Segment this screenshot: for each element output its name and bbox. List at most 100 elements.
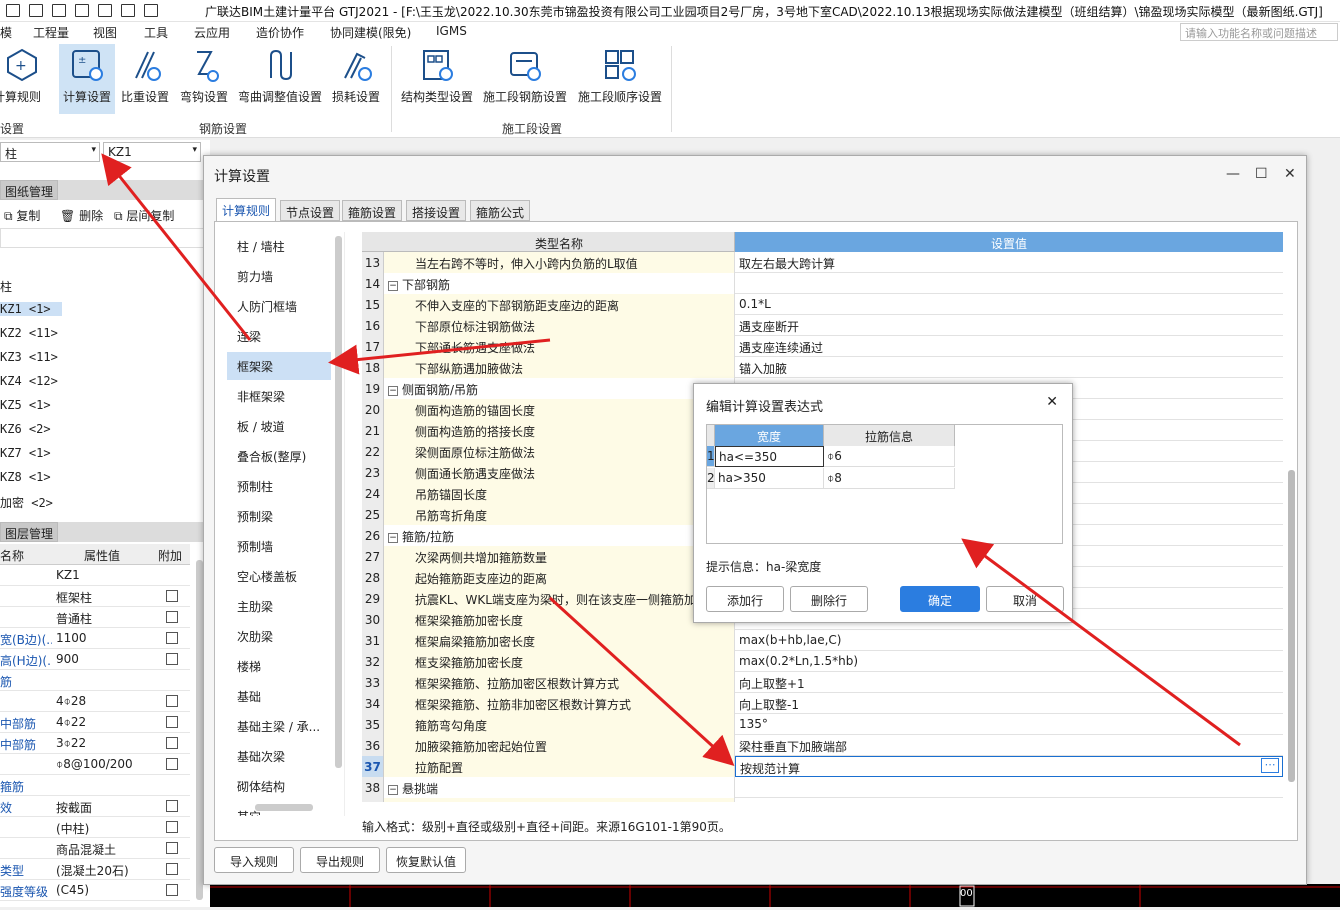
table-row[interactable]: 35 箍筋弯勾角度 135° bbox=[362, 714, 1283, 735]
category-item[interactable]: 连梁 bbox=[227, 322, 331, 350]
attach-checkbox[interactable] bbox=[166, 653, 178, 665]
function-icon[interactable] bbox=[6, 4, 20, 17]
delete-row-button[interactable]: 删除行 bbox=[790, 586, 868, 612]
attach-checkbox[interactable] bbox=[166, 842, 178, 854]
table-row[interactable]: 32 框支梁箍筋加密长度 max(0.2*Ln,1.5*hb) bbox=[362, 651, 1283, 672]
table-row[interactable]: 18 下部纵筋遇加腋做法 锚入加腋 bbox=[362, 357, 1283, 378]
menu-item[interactable]: 工程量 bbox=[33, 24, 69, 41]
attach-checkbox[interactable] bbox=[166, 863, 178, 875]
category-item[interactable]: 楼梯 bbox=[227, 652, 331, 680]
filter-input[interactable] bbox=[0, 228, 205, 248]
category-item[interactable]: 预制柱 bbox=[227, 472, 331, 500]
tree-item[interactable]: 柱 bbox=[0, 278, 12, 295]
category-item[interactable]: 砌体结构 bbox=[227, 772, 331, 800]
building-icon[interactable] bbox=[75, 4, 89, 17]
delete-button[interactable]: 🗑 删除 bbox=[60, 207, 103, 224]
category-item[interactable]: 基础 bbox=[227, 682, 331, 710]
tab-lap-settings[interactable]: 搭接设置 bbox=[406, 200, 467, 221]
segment-rebar-button[interactable]: 施工段钢筋设置 bbox=[480, 44, 570, 114]
table-row[interactable]: 13 当左右跨不等时，伸入小跨内负筋的L取值 取左右最大跨计算 bbox=[362, 252, 1283, 273]
table-row[interactable]: 15 不伸入支座的下部钢筋距支座边的距离 0.1*L bbox=[362, 294, 1283, 315]
tab-node-settings[interactable]: 节点设置 bbox=[280, 200, 341, 221]
category-item[interactable]: 空心楼盖板 bbox=[227, 562, 331, 590]
attach-checkbox[interactable] bbox=[166, 737, 178, 749]
width-cell[interactable]: ha<=350 bbox=[715, 446, 824, 467]
maximize-icon[interactable]: ☐ bbox=[1255, 166, 1268, 182]
tree-item[interactable]: 加密 <2> bbox=[0, 494, 53, 511]
table-icon[interactable] bbox=[98, 4, 112, 17]
bend-adjust-button[interactable]: 弯曲调整值设置 bbox=[235, 44, 325, 114]
loss-settings-button[interactable]: 损耗设置 bbox=[329, 44, 383, 114]
tab-stirrup-settings[interactable]: 箍筋设置 bbox=[342, 200, 403, 221]
collapse-icon[interactable]: − bbox=[388, 280, 398, 291]
close-icon[interactable]: ✕ bbox=[1284, 166, 1296, 182]
width-cell[interactable]: ha>350 bbox=[715, 468, 824, 489]
component-type-select[interactable]: 柱 bbox=[0, 142, 100, 162]
attach-checkbox[interactable] bbox=[166, 758, 178, 770]
structure-type-button[interactable]: 结构类型设置 bbox=[398, 44, 476, 114]
calc-settings-button[interactable]: ± 计算设置 bbox=[59, 44, 115, 114]
component-name-select[interactable]: KZ1 bbox=[103, 142, 201, 162]
restore-default-button[interactable]: 恢复默认值 bbox=[386, 847, 466, 873]
menu-item[interactable]: 视图 bbox=[93, 24, 117, 41]
save-icon[interactable] bbox=[29, 4, 43, 17]
category-item[interactable]: 剪力墙 bbox=[227, 262, 331, 290]
attach-checkbox[interactable] bbox=[166, 611, 178, 623]
table-row[interactable]: 36 加腋梁箍筋加密起始位置 梁柱垂直下加腋端部 bbox=[362, 735, 1283, 756]
table-row[interactable]: 38− 悬挑端 bbox=[362, 777, 1283, 798]
layer-icon[interactable] bbox=[121, 4, 135, 17]
weight-settings-button[interactable]: 比重设置 bbox=[119, 44, 171, 114]
attach-checkbox[interactable] bbox=[166, 632, 178, 644]
minimize-icon[interactable]: — bbox=[1226, 166, 1240, 182]
category-item[interactable]: 板 / 坡道 bbox=[227, 412, 331, 440]
attach-checkbox[interactable] bbox=[166, 716, 178, 728]
table-row[interactable]: 37 拉筋配置 按规范计算 ⋯ bbox=[362, 756, 1283, 777]
tree-item[interactable]: KZ5 <1> bbox=[0, 398, 51, 412]
segment-order-button[interactable]: 施工段顺序设置 bbox=[575, 44, 665, 114]
attach-checkbox[interactable] bbox=[166, 695, 178, 707]
table-row[interactable]: 33 框架梁箍筋、拉筋加密区根数计算方式 向上取整+1 bbox=[362, 672, 1283, 693]
menu-item[interactable]: 协同建模(限免) bbox=[330, 24, 411, 41]
hook-settings-button[interactable]: 弯钩设置 bbox=[177, 44, 231, 114]
calc-rule-button[interactable]: + 计算规则 bbox=[0, 44, 44, 114]
grid-icon[interactable] bbox=[52, 4, 66, 17]
table-row[interactable]: 16 下部原位标注钢筋做法 遇支座断开 bbox=[362, 315, 1283, 336]
close-icon[interactable]: ✕ bbox=[1046, 394, 1058, 410]
attach-checkbox[interactable] bbox=[166, 800, 178, 812]
category-hscrollbar[interactable] bbox=[255, 804, 313, 811]
add-row-button[interactable]: 添加行 bbox=[706, 586, 784, 612]
table-row[interactable]: 34 框架梁箍筋、拉筋非加密区根数计算方式 向上取整-1 bbox=[362, 693, 1283, 714]
print-icon[interactable] bbox=[144, 4, 158, 17]
layer-copy-button[interactable]: ⧉ 层间复制 bbox=[114, 207, 174, 224]
category-scrollbar[interactable] bbox=[335, 236, 342, 768]
tree-item[interactable]: KZ8 <1> bbox=[0, 470, 51, 484]
collapse-icon[interactable]: − bbox=[388, 385, 398, 396]
table-row[interactable]: 17 下部通长筋遇支座做法 遇支座连续通过 bbox=[362, 336, 1283, 357]
tree-item[interactable]: KZ4 <12> bbox=[0, 374, 58, 388]
canvas-area[interactable]: 00 bbox=[210, 884, 1340, 907]
attach-checkbox[interactable] bbox=[166, 821, 178, 833]
category-item[interactable]: 非框架梁 bbox=[227, 382, 331, 410]
copy-button[interactable]: ⧉ 复制 bbox=[4, 207, 40, 224]
tree-item[interactable]: KZ7 <1> bbox=[0, 446, 51, 460]
export-rules-button[interactable]: 导出规则 bbox=[300, 847, 380, 873]
tree-item[interactable]: KZ3 <11> bbox=[0, 350, 58, 364]
collapse-icon[interactable]: − bbox=[388, 784, 398, 795]
category-item[interactable]: 基础次梁 bbox=[227, 742, 331, 770]
collapse-icon[interactable]: − bbox=[388, 532, 398, 543]
menu-item[interactable]: 造价协作 bbox=[256, 24, 304, 41]
category-item[interactable]: 人防门框墙 bbox=[227, 292, 331, 320]
grid-scrollbar[interactable] bbox=[1288, 470, 1295, 782]
category-item[interactable]: 次肋梁 bbox=[227, 622, 331, 650]
ellipsis-button[interactable]: ⋯ bbox=[1261, 758, 1279, 773]
import-rules-button[interactable]: 导入规则 bbox=[214, 847, 294, 873]
category-item[interactable]: 主肋梁 bbox=[227, 592, 331, 620]
menu-item[interactable]: IGMS bbox=[436, 24, 467, 38]
menu-item[interactable]: 模 bbox=[0, 24, 12, 41]
table-row[interactable]: 39悬挑跨上部第一排纵筋伸至悬挑跨端部的弯折长度12*d bbox=[362, 798, 1283, 802]
tab-stirrup-formula[interactable]: 箍筋公式 bbox=[470, 200, 531, 221]
search-input[interactable]: 请输入功能名称或问题描述 bbox=[1180, 23, 1338, 41]
attach-checkbox[interactable] bbox=[166, 590, 178, 602]
menu-item[interactable]: 云应用 bbox=[194, 24, 230, 41]
prop-scrollbar[interactable] bbox=[196, 560, 203, 900]
